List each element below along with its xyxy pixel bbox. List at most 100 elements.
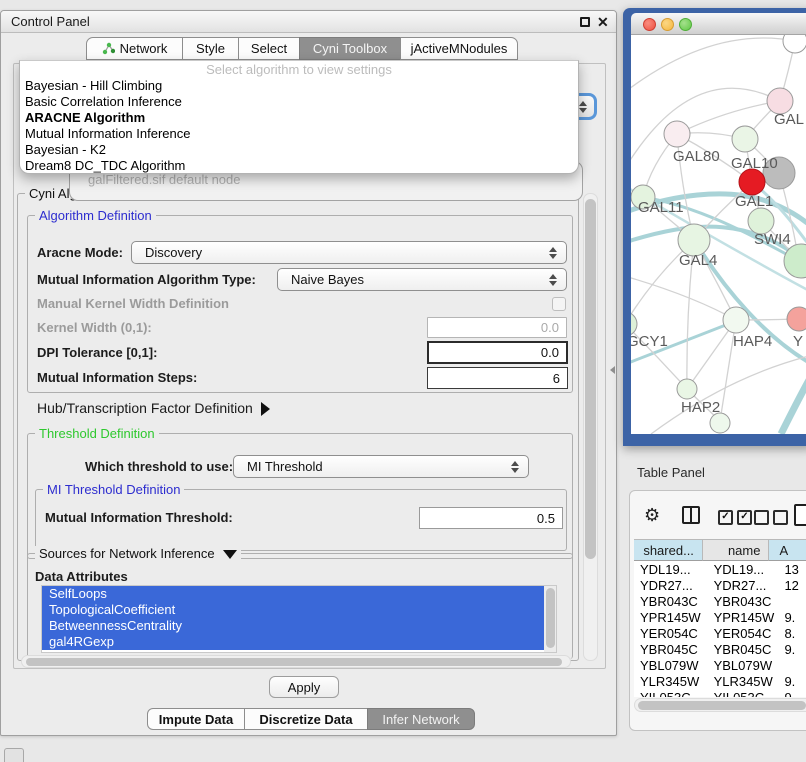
mac-zoom-button[interactable] <box>679 18 692 31</box>
node-bottom[interactable] <box>710 413 730 433</box>
table-row[interactable]: YBR045CYBR045C9. <box>634 641 806 657</box>
label-gcy1: GCY1 <box>631 333 668 350</box>
settings-scrollbar-thumb[interactable] <box>585 199 596 559</box>
network-graph: GAL GAL80 GAL10 GAL1 GAL11 SWI4 GAL4 GCY… <box>631 35 806 434</box>
control-panel-titlebar[interactable]: Control Panel ✕ <box>1 11 616 33</box>
tab-impute-data[interactable]: Impute Data <box>147 708 245 730</box>
expand-right-icon[interactable] <box>261 402 270 416</box>
sources-group-title[interactable]: Sources for Network Inference <box>35 546 241 561</box>
tab-cyni-toolbox[interactable]: Cyni Toolbox <box>299 37 401 60</box>
kernel-width-field[interactable]: 0.0 <box>427 317 567 338</box>
dropdown-item-bayesian-k2[interactable]: Bayesian - K2 <box>20 142 578 158</box>
dpi-tolerance-value: 0.0 <box>541 345 559 360</box>
network-window-titlebar[interactable] <box>631 13 806 35</box>
node-red-selected[interactable] <box>739 169 765 195</box>
tab-select-label: Select <box>251 41 287 56</box>
threshold-definition-title: Threshold Definition <box>35 426 159 441</box>
mac-close-button[interactable] <box>643 18 656 31</box>
network-tab-icon <box>102 42 115 55</box>
mi-threshold-field[interactable]: 0.5 <box>419 507 563 529</box>
screen: Control Panel ✕ Network Style Select Cyn… <box>0 0 806 762</box>
float-window-icon[interactable] <box>580 17 590 27</box>
sources-title-text: Sources for Network Inference <box>39 546 215 561</box>
kernel-width-label: Kernel Width (0,1): <box>37 317 152 338</box>
attributes-list-scrollbar[interactable] <box>544 586 556 652</box>
tab-select[interactable]: Select <box>238 37 300 60</box>
table-row[interactable]: YIL053CYIL053C9. <box>634 689 806 697</box>
dropdown-item-basic-correlation[interactable]: Basic Correlation Inference <box>20 94 578 110</box>
label-gal7: GAL <box>774 111 804 128</box>
manual-kernel-width-checkbox[interactable] <box>552 297 566 311</box>
hub-transcription-section[interactable]: Hub/Transcription Factor Definition <box>37 399 270 417</box>
tab-infer-network-label: Infer Network <box>382 712 459 727</box>
dropdown-item-aracne[interactable]: ARACNE Algorithm <box>20 110 578 126</box>
dpi-tolerance-field[interactable]: 0.0 <box>427 341 568 364</box>
tab-infer-network[interactable]: Infer Network <box>367 708 475 730</box>
tab-discretize-data[interactable]: Discretize Data <box>244 708 368 730</box>
mi-algorithm-type-value: Naive Bayes <box>291 272 364 287</box>
table-hscrollbar-thumb[interactable] <box>638 701 806 710</box>
deselect-all-columns-icon[interactable] <box>754 510 788 525</box>
network-view-window: GAL GAL80 GAL10 GAL1 GAL11 SWI4 GAL4 GCY… <box>623 8 806 446</box>
label-hap2: HAP2 <box>681 399 720 416</box>
table-panel-title: Table Panel <box>637 465 705 480</box>
mi-steps-value: 6 <box>553 371 560 386</box>
bottom-left-mini-button[interactable] <box>4 748 24 762</box>
node-salmon[interactable] <box>787 307 806 331</box>
apply-button[interactable]: Apply <box>269 676 339 698</box>
node-hap4[interactable] <box>723 307 749 333</box>
table-row[interactable]: YBR043CYBR043C <box>634 593 806 609</box>
new-table-icon[interactable] <box>794 504 806 526</box>
hub-transcription-label: Hub/Transcription Factor Definition <box>37 400 253 416</box>
node-hap2[interactable] <box>677 379 697 399</box>
data-attributes-label: Data Attributes <box>35 569 128 585</box>
label-swi4: SWI4 <box>754 231 791 248</box>
attribute-betweennesscentrality[interactable]: BetweennessCentrality <box>42 618 552 634</box>
tab-style[interactable]: Style <box>182 37 239 60</box>
aracne-mode-combo[interactable]: Discovery <box>131 241 567 264</box>
dropdown-item-mutual-information[interactable]: Mutual Information Inference <box>20 126 578 142</box>
table-row[interactable]: YDR27...YDR27...12 <box>634 577 806 593</box>
attributes-list-scrollbar-thumb[interactable] <box>546 588 555 648</box>
mi-algorithm-type-combo[interactable]: Naive Bayes <box>277 268 567 291</box>
table-row[interactable]: YLR345WYLR345W9. <box>634 673 806 689</box>
column-header-name[interactable]: name <box>703 539 770 561</box>
panel-divider-arrow-icon[interactable] <box>610 366 615 374</box>
column-header-clipped[interactable]: A <box>769 539 806 561</box>
attribute-topologicalcoefficient[interactable]: TopologicalCoefficient <box>42 602 552 618</box>
select-all-columns-icon[interactable]: ✓✓ <box>718 510 752 525</box>
split-table-icon[interactable] <box>682 506 700 524</box>
kernel-width-value: 0.0 <box>541 320 559 335</box>
table-row[interactable]: YPR145WYPR145W9. <box>634 609 806 625</box>
mac-minimize-button[interactable] <box>661 18 674 31</box>
label-gal80: GAL80 <box>673 148 720 165</box>
tab-jactivemnodules[interactable]: jActiveMNodules <box>400 37 518 60</box>
dropdown-item-bayesian-hill-climbing[interactable]: Bayesian - Hill Climbing <box>20 78 578 94</box>
bottom-tab-strip: Impute Data Discretize Data Infer Networ… <box>147 708 475 730</box>
attributes-hscrollbar[interactable] <box>21 655 571 668</box>
table-row[interactable]: YER054CYER054C8. <box>634 625 806 641</box>
dropdown-item-dream8[interactable]: Dream8 DC_TDC Algorithm <box>20 158 578 174</box>
close-icon[interactable]: ✕ <box>597 15 609 29</box>
which-threshold-label: Which threshold to use: <box>85 455 233 478</box>
attributes-hscrollbar-thumb[interactable] <box>26 658 562 666</box>
settings-scrollbar[interactable] <box>583 193 598 661</box>
table-hscrollbar[interactable] <box>634 698 806 712</box>
mi-threshold-group-title: MI Threshold Definition <box>43 482 184 497</box>
table-panel: ⚙ ✓✓ shared... name A YDL19...YDL19...13… <box>629 490 806 731</box>
mi-steps-field[interactable]: 6 <box>427 367 568 389</box>
node-gal10[interactable] <box>732 126 758 152</box>
network-canvas[interactable]: GAL GAL80 GAL10 GAL1 GAL11 SWI4 GAL4 GCY… <box>631 35 806 434</box>
table-row[interactable]: YBL079WYBL079W <box>634 657 806 673</box>
tab-network[interactable]: Network <box>86 37 183 60</box>
table-settings-gear-icon[interactable]: ⚙ <box>644 506 660 524</box>
node-gal80[interactable] <box>664 121 690 147</box>
attribute-selfloops[interactable]: SelfLoops <box>42 586 552 602</box>
control-panel-window: Control Panel ✕ Network Style Select Cyn… <box>0 10 617 736</box>
column-header-shared-name[interactable]: shared... <box>634 539 703 561</box>
collapse-down-icon[interactable] <box>223 550 237 559</box>
which-threshold-combo[interactable]: MI Threshold <box>233 455 529 478</box>
table-row[interactable]: YDL19...YDL19...13 <box>634 561 806 577</box>
node-top[interactable] <box>783 35 806 53</box>
attribute-gal4rgexp[interactable]: gal4RGexp <box>42 634 552 650</box>
